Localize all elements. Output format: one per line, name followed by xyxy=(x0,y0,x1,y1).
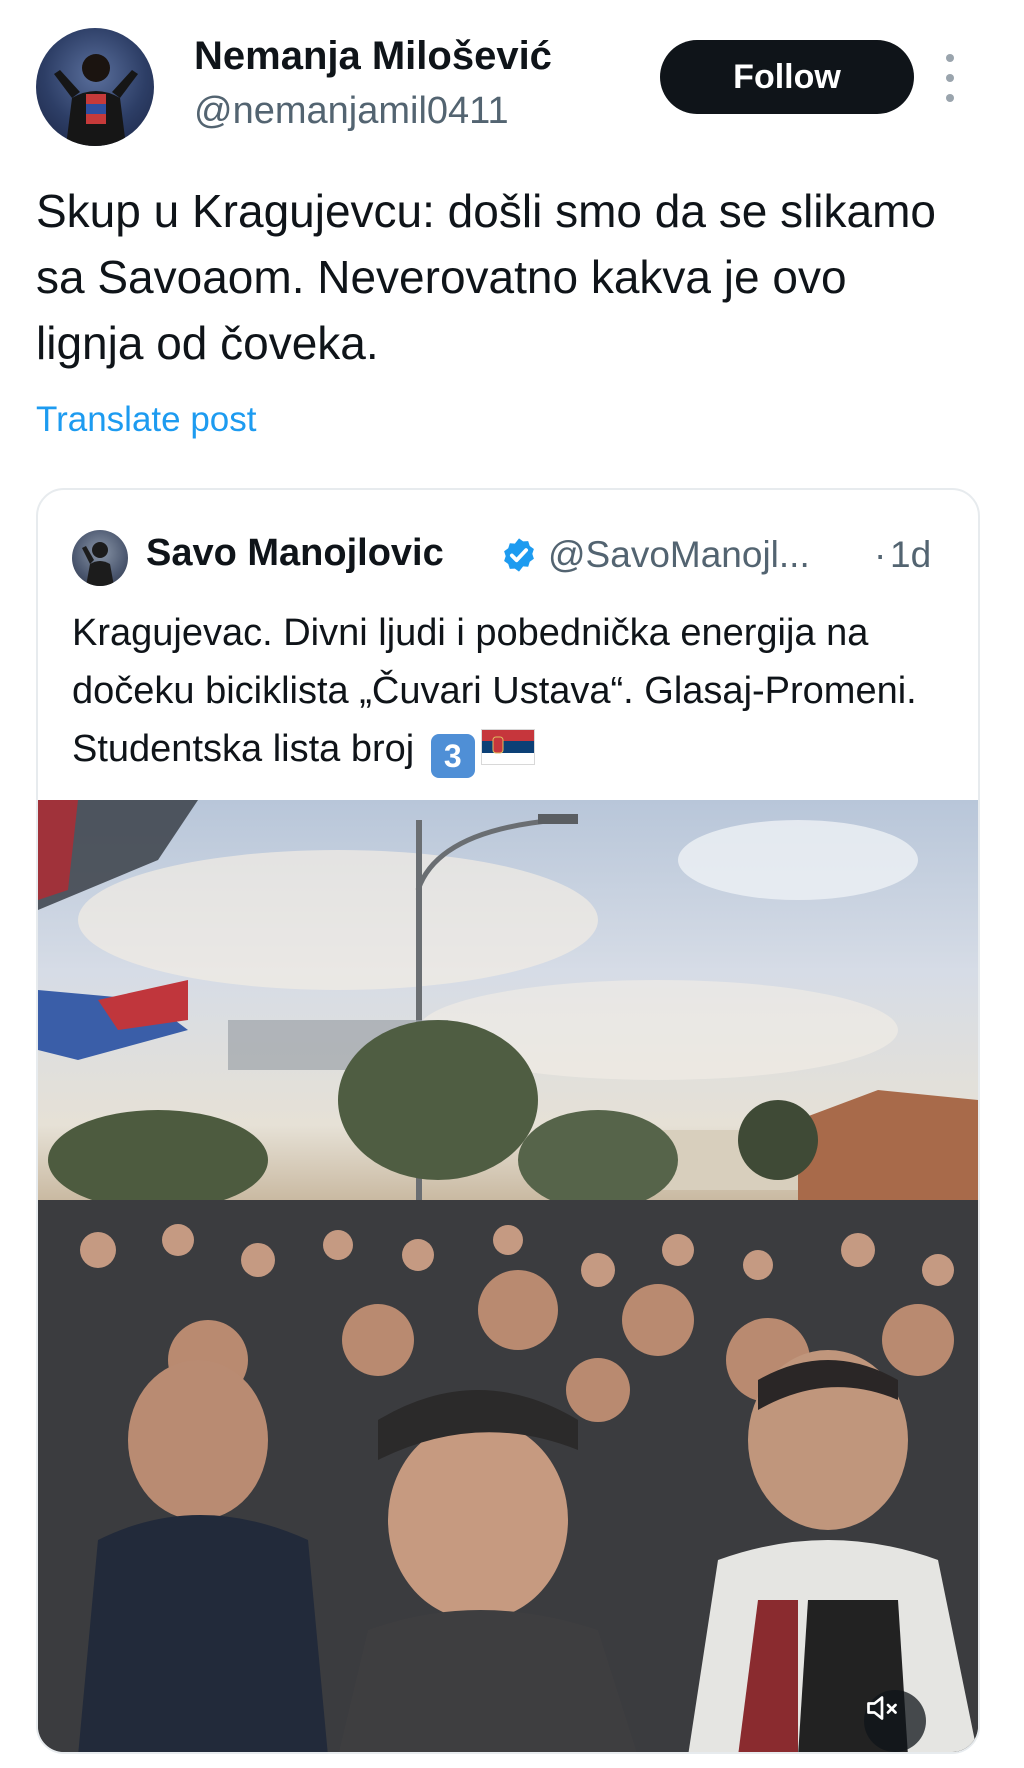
author-avatar[interactable] xyxy=(36,28,154,146)
author-handle[interactable]: @nemanjamil0411 xyxy=(194,90,509,133)
speaker-muted-icon xyxy=(867,1696,897,1720)
quoted-text: Kragujevac. Divni ljudi i pobednička ene… xyxy=(72,604,962,778)
follow-button[interactable]: Follow xyxy=(660,40,914,114)
post-text: Skup u Kragujevcu: došli smo da se slika… xyxy=(36,185,936,369)
quoted-avatar-photo xyxy=(82,542,114,586)
more-dot xyxy=(946,54,954,62)
more-dot xyxy=(946,74,954,82)
verified-badge-icon xyxy=(504,538,534,572)
quoted-author-handle[interactable]: @SavoManojl... xyxy=(548,534,810,576)
mute-button[interactable] xyxy=(864,1690,926,1752)
quoted-author-name[interactable]: Savo Manojlovic xyxy=(146,532,444,575)
avatar-photo xyxy=(54,54,138,146)
quoted-video[interactable] xyxy=(38,800,978,1752)
keycap-three-icon: 3 xyxy=(430,734,475,778)
serbia-flag-icon xyxy=(480,729,535,765)
author-name[interactable]: Nemanja Milošević xyxy=(194,34,552,79)
post-header: Nemanja Milošević @nemanjamil0411 Follow xyxy=(36,28,986,146)
quoted-post[interactable]: Savo Manojlovic @SavoManojl... · 1d Krag… xyxy=(36,488,980,1754)
translate-post-link[interactable]: Translate post xyxy=(36,400,256,440)
quoted-timestamp[interactable]: 1d xyxy=(890,534,931,576)
more-options-icon[interactable] xyxy=(938,48,962,108)
more-dot xyxy=(946,94,954,102)
video-frame xyxy=(38,800,978,1752)
quoted-author-avatar[interactable] xyxy=(72,530,128,586)
time-separator: · xyxy=(874,534,887,575)
